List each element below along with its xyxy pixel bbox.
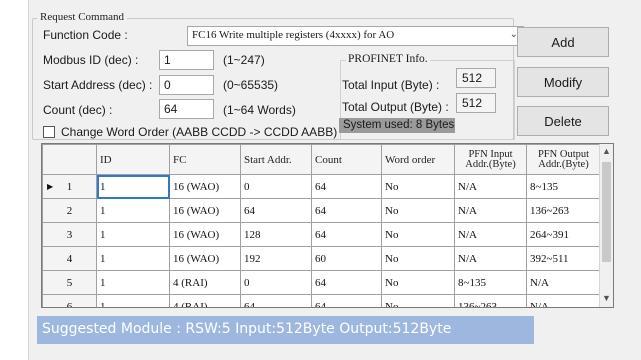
table-row[interactable]: 3 1 16 (WAO) 128 64 No N/A 264~391 <box>42 222 601 247</box>
cell-start-addr[interactable]: 192 <box>240 246 312 271</box>
cell-start-addr[interactable]: 64 <box>240 198 312 223</box>
pfn-output-header-line2: Addr.(Byte) <box>538 158 589 170</box>
cell-word-order[interactable]: No <box>381 222 455 247</box>
cell-id[interactable]: 1 <box>96 246 170 271</box>
cell-fc[interactable]: 4 (RAI) <box>169 294 241 307</box>
row-pointer-icon: ▶ <box>47 182 54 191</box>
modify-button[interactable]: Modify <box>517 67 609 97</box>
profinet-info-title: PROFINET Info. <box>346 53 430 65</box>
table-row[interactable]: 4 1 16 (WAO) 192 60 No N/A 392~511 <box>42 246 601 271</box>
column-header-pfn-input[interactable]: PFN Input Addr.(Byte) <box>454 144 527 175</box>
start-address-range: (0~65535) <box>223 78 279 92</box>
column-header-id[interactable]: ID <box>96 144 170 175</box>
cell-pfn-output[interactable]: 392~511 <box>526 246 601 271</box>
cell-pfn-input[interactable]: 136~263 <box>454 294 527 307</box>
table-row[interactable]: 2 1 16 (WAO) 64 64 No N/A 136~263 <box>42 198 601 223</box>
cell-id[interactable]: 1 <box>96 222 170 247</box>
cell-pfn-input[interactable]: N/A <box>454 198 527 223</box>
cell-id[interactable]: 1 <box>96 198 170 223</box>
table-row[interactable]: 5 1 4 (RAI) 0 64 No 8~135 N/A <box>42 270 601 295</box>
change-word-order-checkbox[interactable] <box>43 126 55 138</box>
cell-start-addr[interactable]: 128 <box>240 222 312 247</box>
column-header-count[interactable]: Count <box>311 144 382 175</box>
cell-pfn-input[interactable]: 8~135 <box>454 270 527 295</box>
start-address-field[interactable]: 0 <box>159 75 214 95</box>
row-header[interactable]: 5 <box>42 270 97 295</box>
cell-count[interactable]: 64 <box>311 270 382 295</box>
function-code-select[interactable]: FC16 Write multiple registers (4xxxx) fo… <box>187 26 524 46</box>
cell-word-order[interactable]: No <box>381 246 455 271</box>
cell-count[interactable]: 64 <box>311 222 382 247</box>
cell-pfn-input[interactable]: N/A <box>454 174 527 199</box>
cell-fc[interactable]: 4 (RAI) <box>169 270 241 295</box>
cell-word-order[interactable]: No <box>381 294 455 307</box>
table-row[interactable]: ▶ 1 1 16 (WAO) 0 64 No N/A 8~135 <box>42 174 601 199</box>
cell-count[interactable]: 64 <box>311 174 382 199</box>
cell-fc[interactable]: 16 (WAO) <box>169 246 241 271</box>
cell-pfn-input[interactable]: N/A <box>454 222 527 247</box>
total-output-label: Total Output (Byte) : <box>342 100 449 114</box>
scroll-down-icon[interactable]: ▼ <box>602 293 611 303</box>
cell-start-addr[interactable]: 0 <box>240 174 312 199</box>
column-header-pfn-output[interactable]: PFN Output Addr.(Byte) <box>526 144 601 175</box>
count-range: (1~64 Words) <box>223 103 296 117</box>
system-used-label: System used: 8 Bytes <box>339 118 455 133</box>
cell-pfn-output[interactable]: N/A <box>526 270 601 295</box>
cell-start-addr[interactable]: 0 <box>240 270 312 295</box>
grid-vertical-scrollbar[interactable]: ▲ ▼ <box>599 144 613 307</box>
total-input-label: Total Input (Byte) : <box>342 78 440 92</box>
cell-word-order[interactable]: No <box>381 198 455 223</box>
cell-id[interactable]: 1 <box>96 174 170 199</box>
cell-pfn-output[interactable]: 8~135 <box>526 174 601 199</box>
row-header[interactable]: 4 <box>42 246 97 271</box>
request-command-title: Request Command <box>37 11 128 23</box>
cell-pfn-output[interactable]: 264~391 <box>526 222 601 247</box>
cell-fc[interactable]: 16 (WAO) <box>169 222 241 247</box>
change-word-order-label: Change Word Order (AABB CCDD -> CCDD AAB… <box>61 125 338 139</box>
add-button[interactable]: Add <box>517 27 609 57</box>
count-label: Count (dec) : <box>43 103 113 117</box>
table-row[interactable]: 6 1 4 (RAI) 64 64 No 136~263 N/A <box>42 294 601 307</box>
cell-pfn-input[interactable]: N/A <box>454 246 527 271</box>
command-table: ID FC Start Addr. Count Word order PFN I… <box>42 144 601 307</box>
cell-fc[interactable]: 16 (WAO) <box>169 198 241 223</box>
table-header-row: ID FC Start Addr. Count Word order PFN I… <box>42 144 601 175</box>
cell-pfn-output[interactable]: N/A <box>526 294 601 307</box>
row-header[interactable]: 2 <box>42 198 97 223</box>
cell-fc[interactable]: 16 (WAO) <box>169 174 241 199</box>
total-input-value: 512 <box>456 68 496 88</box>
cell-count[interactable]: 64 <box>311 294 382 307</box>
row-header[interactable]: 6 <box>42 294 97 307</box>
suggested-module-bar: Suggested Module : RSW:5 Input:512Byte O… <box>37 316 534 344</box>
cell-word-order[interactable]: No <box>381 174 455 199</box>
start-address-label: Start Address (dec) : <box>43 78 153 92</box>
column-header-word-order[interactable]: Word order <box>381 144 455 175</box>
command-grid[interactable]: ID FC Start Addr. Count Word order PFN I… <box>41 143 614 308</box>
modbus-id-label: Modbus ID (dec) : <box>43 53 139 67</box>
row-header[interactable]: 3 <box>42 222 97 247</box>
cell-count[interactable]: 60 <box>311 246 382 271</box>
cell-id[interactable]: 1 <box>96 294 170 307</box>
modbus-config-window: Request Command Function Code : FC16 Wri… <box>28 0 641 360</box>
function-code-value: FC16 Write multiple registers (4xxxx) fo… <box>192 29 395 41</box>
cell-word-order[interactable]: No <box>381 270 455 295</box>
delete-button[interactable]: Delete <box>517 106 609 136</box>
modbus-id-range: (1~247) <box>223 53 265 67</box>
cell-pfn-output[interactable]: 136~263 <box>526 198 601 223</box>
count-field[interactable]: 64 <box>159 99 214 119</box>
row-header[interactable]: ▶ 1 <box>42 174 97 199</box>
cell-start-addr[interactable]: 64 <box>240 294 312 307</box>
function-code-label: Function Code : <box>43 28 128 42</box>
modbus-id-field[interactable]: 1 <box>159 50 214 70</box>
column-header-fc[interactable]: FC <box>169 144 241 175</box>
cell-id[interactable]: 1 <box>96 270 170 295</box>
cell-count[interactable]: 64 <box>311 198 382 223</box>
scroll-thumb[interactable] <box>602 162 611 262</box>
row-header-corner <box>42 144 97 175</box>
total-output-value: 512 <box>456 93 496 113</box>
scroll-up-icon[interactable]: ▲ <box>602 146 611 156</box>
column-header-start-addr[interactable]: Start Addr. <box>240 144 312 175</box>
pfn-input-header-line2: Addr.(Byte) <box>465 158 516 170</box>
